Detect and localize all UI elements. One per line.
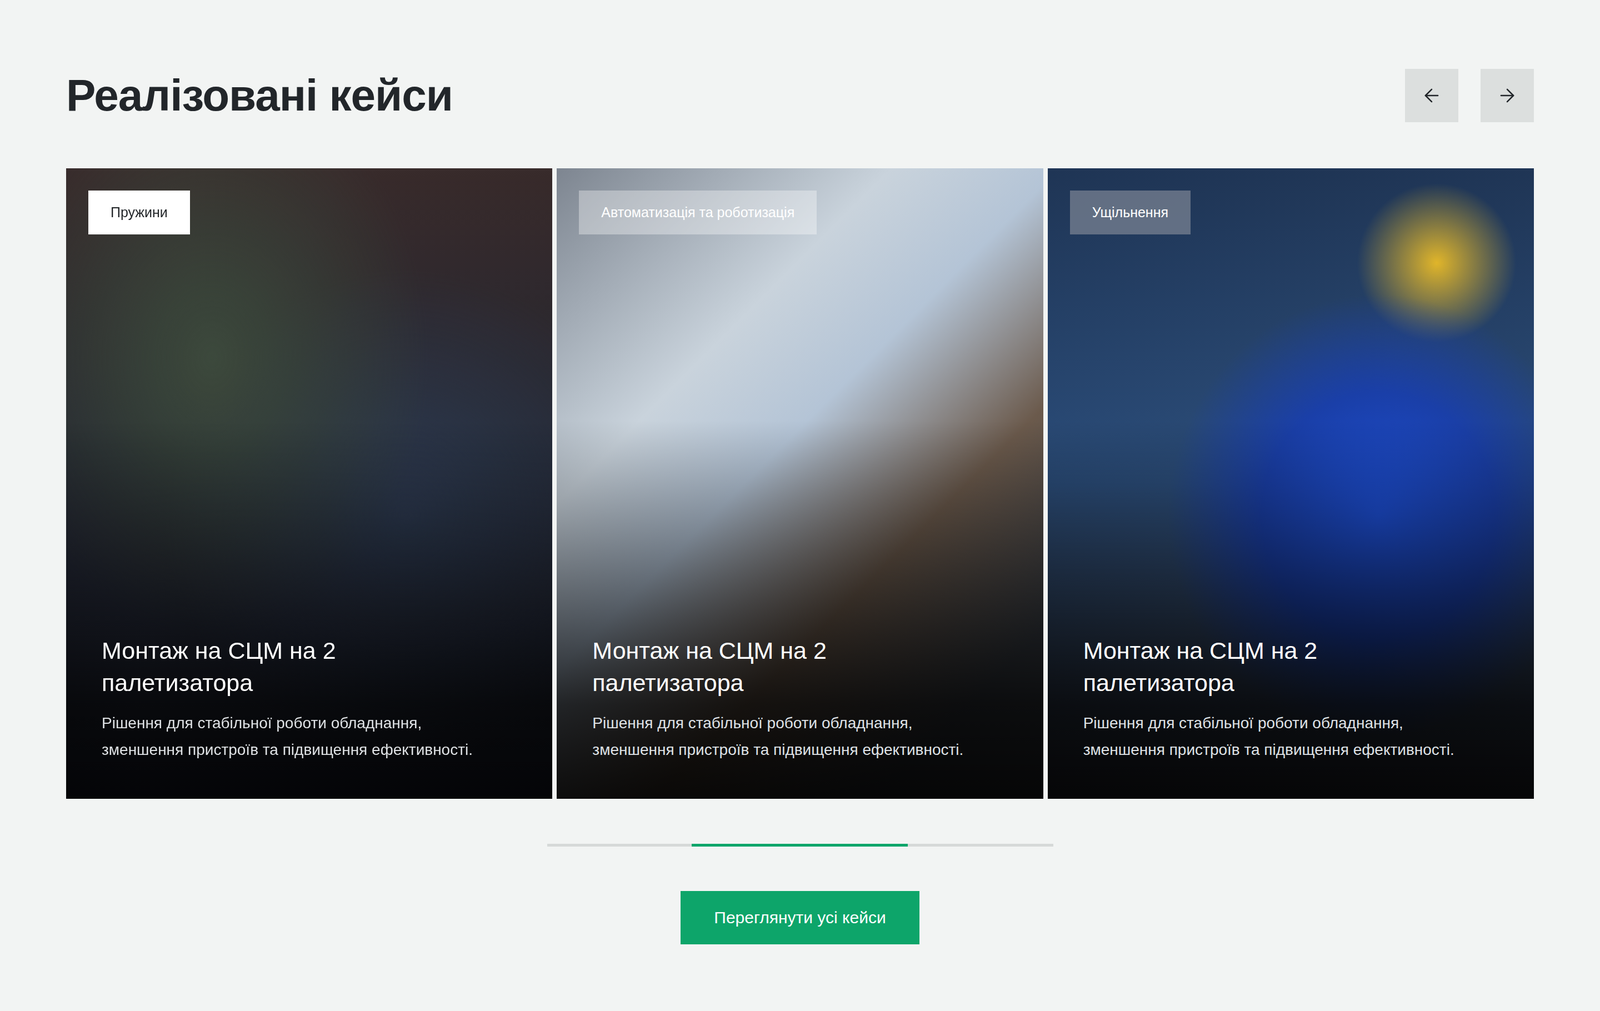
case-card-body: Монтаж на СЦМ на 2 палетизатора Рішення д… (1083, 634, 1499, 764)
arrow-left-icon (1421, 85, 1443, 107)
cta-row: Переглянути усі кейси (66, 891, 1534, 945)
carousel-scrollbar[interactable] (547, 843, 1054, 847)
case-title: Монтаж на СЦМ на 2 палетизатора (1083, 634, 1373, 699)
case-tag: Пружини (88, 190, 190, 235)
case-card[interactable]: Автоматизація та роботизація Монтаж на СЦ… (556, 168, 1043, 799)
case-title: Монтаж на СЦМ на 2 палетизатора (592, 634, 882, 699)
case-cards: Пружини Монтаж на СЦМ на 2 палетизатора Рі… (66, 168, 1534, 799)
arrow-right-icon (1496, 85, 1518, 107)
next-button[interactable] (1480, 68, 1534, 123)
view-all-button[interactable]: Переглянути усі кейси (680, 891, 920, 945)
case-card-body: Монтаж на СЦМ на 2 палетизатора Рішення д… (101, 634, 517, 764)
scrollbar-thumb[interactable] (691, 843, 908, 847)
cases-section: Реалізовані кейси Пружини Монтаж на СЦМ на… (0, 0, 1600, 1011)
case-description: Рішення для стабільної роботи обладнання… (101, 710, 502, 764)
carousel-nav (1405, 68, 1534, 123)
section-title: Реалізовані кейси (66, 70, 453, 122)
case-card[interactable]: Ущільнення Монтаж на СЦМ на 2 палетизатор… (1047, 168, 1534, 799)
case-tag: Ущільнення (1070, 190, 1191, 235)
case-card[interactable]: Пружини Монтаж на СЦМ на 2 палетизатора Рі… (66, 168, 553, 799)
section-header: Реалізовані кейси (66, 68, 1534, 123)
case-title: Монтаж на СЦМ на 2 палетизатора (101, 634, 391, 699)
case-description: Рішення для стабільної роботи обладнання… (1083, 710, 1484, 764)
case-tag: Автоматизація та роботизація (578, 190, 817, 235)
case-card-body: Монтаж на СЦМ на 2 палетизатора Рішення д… (592, 634, 1008, 764)
case-description: Рішення для стабільної роботи обладнання… (592, 710, 993, 764)
prev-button[interactable] (1405, 68, 1459, 123)
